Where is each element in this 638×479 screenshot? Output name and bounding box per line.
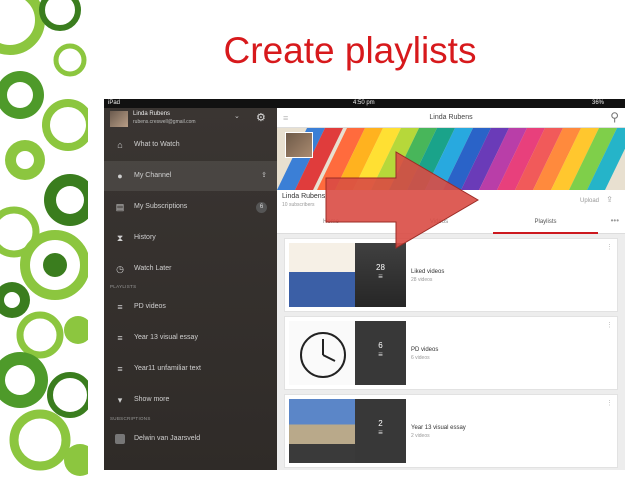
channel-info-bar: Linda Rubens 10 subscribers Upload ⇪	[277, 190, 625, 212]
more-vertical-icon[interactable]: ⋮	[606, 321, 613, 329]
show-more-button[interactable]: ▾ Show more	[104, 385, 277, 415]
channel-avatar-icon	[115, 434, 125, 444]
playlist-title: PD videos	[411, 347, 439, 353]
playlist-title: Liked videos	[411, 269, 445, 275]
playlist-card-pd-videos[interactable]: 6 ≡ PD videos 6 videos ⋮	[284, 316, 618, 390]
chevron-down-icon[interactable]: ⌄	[234, 112, 240, 120]
user-icon: ●	[117, 171, 123, 181]
sidebar-item-my-subscriptions[interactable]: ▤ My Subscriptions 6	[104, 192, 277, 222]
list-icon: ≡	[378, 428, 383, 437]
sidebar-item-label: Year 13 visual essay	[134, 334, 198, 341]
slide-title: Create playlists	[223, 30, 477, 71]
playlist-thumbnail: 6 ≡	[289, 321, 406, 385]
list-icon: ≡	[378, 272, 383, 281]
channel-profile-picture[interactable]	[285, 132, 313, 158]
sidebar-item-label: Watch Later	[134, 265, 172, 272]
playlist-video-count: 2	[378, 419, 383, 428]
hourglass-icon: ⧗	[116, 233, 124, 243]
upload-icon[interactable]: ⇪	[261, 171, 267, 179]
main-content: ≡ Linda Rubens ⚲ Linda Rubens 10 subscri…	[277, 108, 625, 470]
decorative-circles	[0, 0, 88, 479]
presentation-slide: Create playlists iPad 4:50 pm 36% Linda …	[0, 0, 638, 479]
tab-videos[interactable]: Videos	[385, 219, 493, 225]
banner-pencils-image	[277, 128, 625, 190]
playlist-card-liked-videos[interactable]: 28 ≡ Liked videos 28 videos ⋮	[284, 238, 618, 312]
carrier-label: iPad	[108, 100, 121, 106]
sidebar-item-label: What to Watch	[134, 141, 180, 148]
upload-icon[interactable]: ⇪	[606, 195, 613, 204]
playlist-subtitle: 28 videos	[411, 277, 433, 283]
sidebar-item-label: My Subscriptions	[134, 203, 188, 210]
sidebar-playlist-pd-videos[interactable]: ≡ PD videos	[104, 292, 277, 322]
account-header[interactable]: Linda Rubens rubens.creswell@gmail.com ⌄…	[104, 108, 277, 130]
sidebar-subscription-delwin[interactable]: Delwin van Jaarsveld	[104, 424, 277, 454]
top-bar: ≡ Linda Rubens ⚲	[277, 108, 625, 128]
sidebar-item-label: PD videos	[134, 303, 166, 310]
channel-tabs: Home Videos Playlists •••	[277, 212, 625, 234]
search-icon[interactable]: ⚲	[610, 110, 619, 124]
sidebar-item-what-to-watch[interactable]: ⌂ What to Watch	[104, 130, 277, 160]
sidebar-item-watch-later[interactable]: ◷ Watch Later	[104, 254, 277, 284]
playlist-subtitle: 6 videos	[411, 355, 430, 361]
playlists-section-header: PLAYLISTS	[110, 284, 137, 289]
playlist-thumbnail: 28 ≡	[289, 243, 406, 307]
subscriptions-icon: ▤	[115, 202, 125, 212]
ipad-screenshot: iPad 4:50 pm 36% Linda Rubens rubens.cre…	[104, 99, 625, 470]
playlist-video-count: 6	[378, 341, 383, 350]
sidebar-item-label: History	[134, 234, 156, 241]
subscriptions-section-header: SUBSCRIPTIONS	[110, 416, 151, 421]
playlist-card-year13[interactable]: 2 ≡ Year 13 visual essay 2 videos ⋮	[284, 394, 618, 468]
playlist-video-count: 28	[376, 263, 385, 272]
triangle-down-icon: ▾	[117, 395, 123, 405]
sidebar-item-history[interactable]: ⧗ History	[104, 223, 277, 253]
more-vertical-icon[interactable]: ⋮	[606, 399, 613, 407]
list-icon: ≡	[378, 350, 383, 359]
channel-banner	[277, 128, 625, 190]
page-title: Linda Rubens	[429, 114, 473, 121]
tab-home[interactable]: Home	[277, 219, 385, 225]
sidebar: Linda Rubens rubens.creswell@gmail.com ⌄…	[104, 108, 277, 470]
tab-playlists[interactable]: Playlists	[493, 219, 598, 225]
sidebar-item-label: Delwin van Jaarsveld	[134, 435, 201, 442]
sidebar-item-label: My Channel	[134, 172, 172, 179]
list-icon: ≡	[117, 364, 123, 374]
list-icon: ≡	[117, 333, 123, 343]
active-tab-indicator	[493, 232, 598, 234]
battery-label: 36%	[592, 100, 605, 106]
status-bar: iPad 4:50 pm 36%	[104, 99, 625, 108]
clock-label: 4:50 pm	[353, 100, 375, 106]
playlist-thumbnail: 2 ≡	[289, 399, 406, 463]
more-icon[interactable]: •••	[611, 216, 619, 225]
sidebar-playlist-year13[interactable]: ≡ Year 13 visual essay	[104, 323, 277, 353]
sidebar-item-label: Year11 unfamiliar text	[134, 365, 201, 372]
sidebar-item-my-channel[interactable]: ● My Channel ⇪	[104, 161, 277, 191]
playlist-title: Year 13 visual essay	[411, 425, 466, 431]
more-vertical-icon[interactable]: ⋮	[606, 243, 613, 251]
channel-name: Linda Rubens	[282, 193, 326, 200]
subscriptions-count-badge: 6	[256, 202, 267, 213]
sidebar-playlist-year11[interactable]: ≡ Year11 unfamiliar text	[104, 354, 277, 384]
gear-icon[interactable]: ⚙	[256, 111, 266, 124]
upload-button[interactable]: Upload	[580, 198, 599, 204]
playlist-subtitle: 2 videos	[411, 433, 430, 439]
account-email: rubens.creswell@gmail.com	[133, 119, 196, 125]
home-icon: ⌂	[117, 140, 123, 150]
clock-drawing-image	[289, 321, 355, 385]
clock-icon: ◷	[116, 264, 124, 274]
list-icon: ≡	[117, 302, 123, 312]
subscriber-count: 10 subscribers	[282, 202, 315, 208]
avatar	[110, 111, 128, 127]
sidebar-item-label: Show more	[134, 396, 170, 403]
account-name: Linda Rubens	[133, 111, 171, 117]
